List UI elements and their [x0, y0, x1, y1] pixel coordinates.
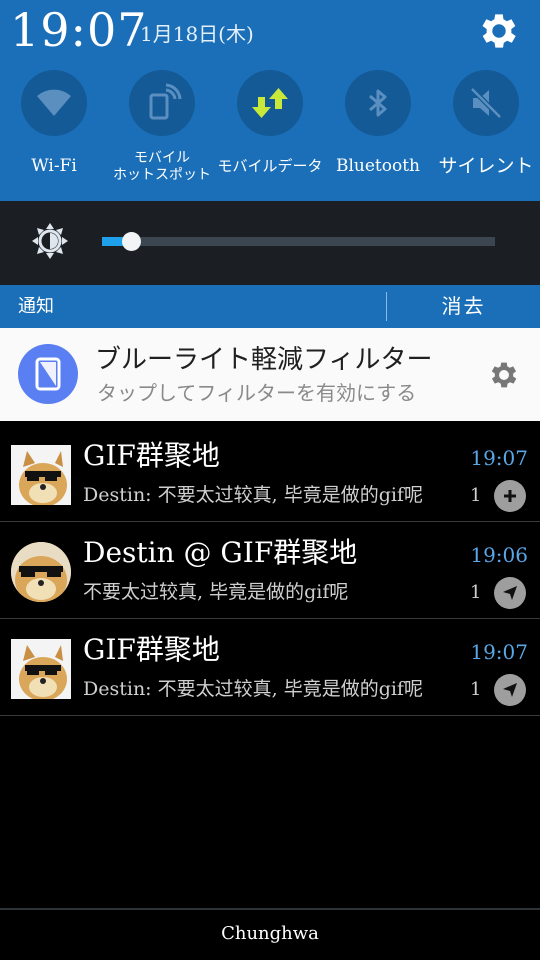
message-time: 19:07 — [470, 640, 528, 664]
message-title: GIF群聚地 — [83, 439, 220, 472]
message-title: Destin @ GIF群聚地 — [83, 536, 358, 569]
avatar — [11, 639, 71, 699]
wifi-icon — [37, 89, 71, 116]
brightness-slider-thumb[interactable] — [122, 232, 141, 251]
send-button[interactable] — [494, 674, 526, 706]
divider — [0, 715, 540, 716]
filter-settings-gear-icon[interactable] — [487, 358, 521, 392]
qs-label-mobile-data: モバイルデータ — [217, 157, 323, 175]
settings-gear-icon[interactable] — [476, 8, 522, 54]
blue-light-filter-notification[interactable]: ブルーライト軽減フィルター タップしてフィルターを有効にする — [0, 328, 540, 421]
qs-label-wifi: Wi-Fi — [31, 156, 77, 176]
date: 1月18日(木) — [140, 22, 254, 46]
avatar — [11, 542, 71, 602]
message-text: Destin: 不要太过较真, 毕竟是做的gif呢 — [83, 678, 423, 700]
message-time: 19:07 — [470, 446, 528, 470]
doge-avatar-icon — [11, 639, 71, 699]
qs-tile-mobile-data-circle[interactable] — [237, 70, 303, 136]
message-time: 19:06 — [470, 543, 528, 567]
message-count: 1 — [470, 485, 482, 506]
message-title: GIF群聚地 — [83, 633, 220, 666]
qs-label-silent: サイレント — [438, 155, 534, 177]
message-notification[interactable]: GIF群聚地 Destin: 不要太过较真, 毕竟是做的gif呢 19:07 1 — [0, 425, 540, 522]
qs-tile-wifi[interactable]: Wi-Fi — [0, 70, 108, 195]
qs-tile-mobile-data[interactable]: モバイルデータ — [216, 70, 324, 195]
brightness-bar — [0, 201, 540, 285]
carrier-label: Chunghwa — [221, 923, 319, 944]
brightness-icon[interactable] — [30, 221, 70, 261]
add-icon — [504, 490, 516, 502]
bluetooth-icon — [369, 89, 387, 117]
message-count: 1 — [470, 582, 482, 603]
qs-tile-hotspot-circle[interactable] — [129, 70, 195, 136]
qs-tile-hotspot[interactable]: モバイル ホットスポット — [108, 70, 216, 195]
qs-tile-silent-circle[interactable] — [453, 70, 519, 136]
add-button[interactable] — [494, 480, 526, 512]
silent-icon — [470, 87, 502, 119]
brightness-slider[interactable] — [102, 232, 495, 251]
qs-tile-bluetooth-circle[interactable] — [345, 70, 411, 136]
send-icon — [503, 683, 517, 697]
clock: 19:07 — [10, 3, 148, 57]
phone-icon — [35, 357, 61, 391]
notifications-label: 通知 — [18, 296, 54, 317]
message-text: 不要太过较真, 毕竟是做的gif呢 — [83, 581, 349, 603]
doge-avatar-icon — [11, 542, 71, 602]
doge-avatar-icon — [11, 445, 71, 505]
notifications-header: 通知 消去 — [0, 285, 540, 328]
blue-light-filter-icon — [18, 344, 78, 404]
blue-light-filter-subtitle: タップしてフィルターを有効にする — [97, 381, 417, 405]
message-notification[interactable]: GIF群聚地 Destin: 不要太过较真, 毕竟是做的gif呢 19:07 1 — [0, 619, 540, 716]
quick-settings-panel: 19:07 1月18日(木) Wi-Fi モバイル ホットスポット モバイルデー… — [0, 0, 540, 201]
clear-button[interactable]: 消去 — [387, 285, 540, 328]
avatar — [11, 445, 71, 505]
qs-tile-silent[interactable]: サイレント — [432, 70, 540, 195]
qs-label-bluetooth: Bluetooth — [335, 156, 421, 176]
message-notification[interactable]: Destin @ GIF群聚地 不要太过较真, 毕竟是做的gif呢 19:06 … — [0, 522, 540, 619]
send-icon — [503, 586, 517, 600]
hotspot-icon — [149, 83, 182, 120]
message-count: 1 — [470, 679, 482, 700]
blue-light-filter-title: ブルーライト軽減フィルター — [95, 345, 433, 375]
mobile-data-icon — [252, 88, 288, 118]
qs-tile-wifi-circle[interactable] — [21, 70, 87, 136]
qs-tile-bluetooth[interactable]: Bluetooth — [324, 70, 432, 195]
qs-label-hotspot: モバイル ホットスポット — [113, 150, 211, 183]
message-text: Destin: 不要太过较真, 毕竟是做的gif呢 — [83, 484, 423, 506]
send-button[interactable] — [494, 577, 526, 609]
